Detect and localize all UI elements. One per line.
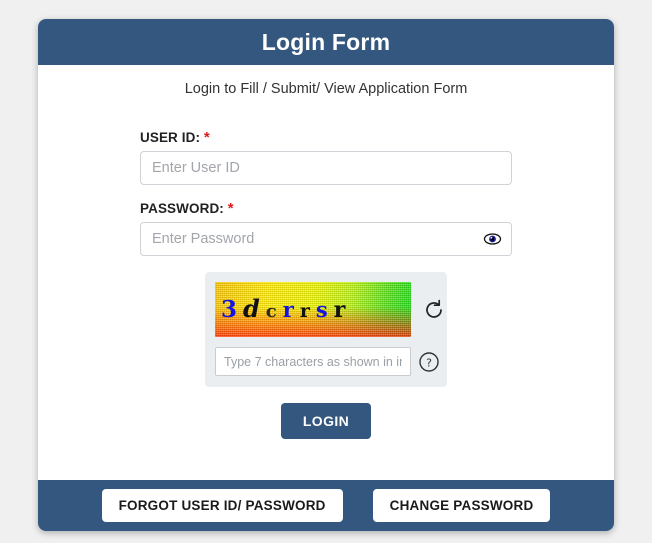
captcha-char: r: [282, 297, 294, 322]
captcha-characters: 3dcrrsr: [221, 282, 351, 337]
login-button[interactable]: LOGIN: [280, 403, 372, 439]
user-id-input[interactable]: [140, 151, 512, 185]
captcha-image-row: 3dcrrsr: [215, 282, 442, 337]
login-card: Login Form Login to Fill / Submit/ View …: [38, 19, 614, 531]
captcha-char: s: [315, 297, 328, 322]
captcha-char: 3: [221, 296, 238, 323]
user-id-row: [140, 151, 512, 185]
card-header: Login Form: [38, 19, 614, 65]
captcha-input[interactable]: [215, 347, 411, 376]
captcha-char: r: [333, 296, 346, 323]
help-circle-icon[interactable]: ?: [418, 351, 440, 373]
user-id-label: USER ID: *: [140, 130, 512, 145]
password-row: [140, 222, 512, 256]
password-input[interactable]: [140, 222, 512, 256]
required-asterisk: *: [227, 200, 234, 217]
captcha-image: 3dcrrsr: [215, 282, 411, 337]
card-footer: FORGOT USER ID/ PASSWORD CHANGE PASSWORD: [38, 480, 614, 531]
captcha-char: d: [243, 294, 260, 323]
forgot-user-id-password-button[interactable]: FORGOT USER ID/ PASSWORD: [101, 489, 343, 522]
svg-text:?: ?: [426, 356, 432, 369]
captcha-char: c: [265, 301, 277, 322]
password-label: PASSWORD: *: [140, 201, 512, 216]
form-subtitle: Login to Fill / Submit/ View Application…: [184, 81, 468, 97]
page-background: Login Form Login to Fill / Submit/ View …: [0, 0, 652, 543]
login-button-row: LOGIN: [38, 403, 614, 439]
password-label-text: PASSWORD:: [140, 201, 224, 216]
required-asterisk: *: [203, 129, 210, 146]
captcha-input-row: ?: [215, 347, 440, 376]
form-fields: USER ID: * PASSWORD: *: [140, 130, 512, 256]
refresh-icon[interactable]: [419, 295, 449, 325]
eye-icon[interactable]: [483, 230, 502, 248]
captcha-char: r: [299, 299, 310, 322]
card-body: Login to Fill / Submit/ View Application…: [38, 65, 614, 480]
user-id-label-text: USER ID:: [140, 130, 201, 145]
page-title: Login Form: [261, 28, 391, 55]
change-password-button[interactable]: CHANGE PASSWORD: [372, 489, 551, 522]
captcha-container: 3dcrrsr ?: [205, 272, 447, 387]
